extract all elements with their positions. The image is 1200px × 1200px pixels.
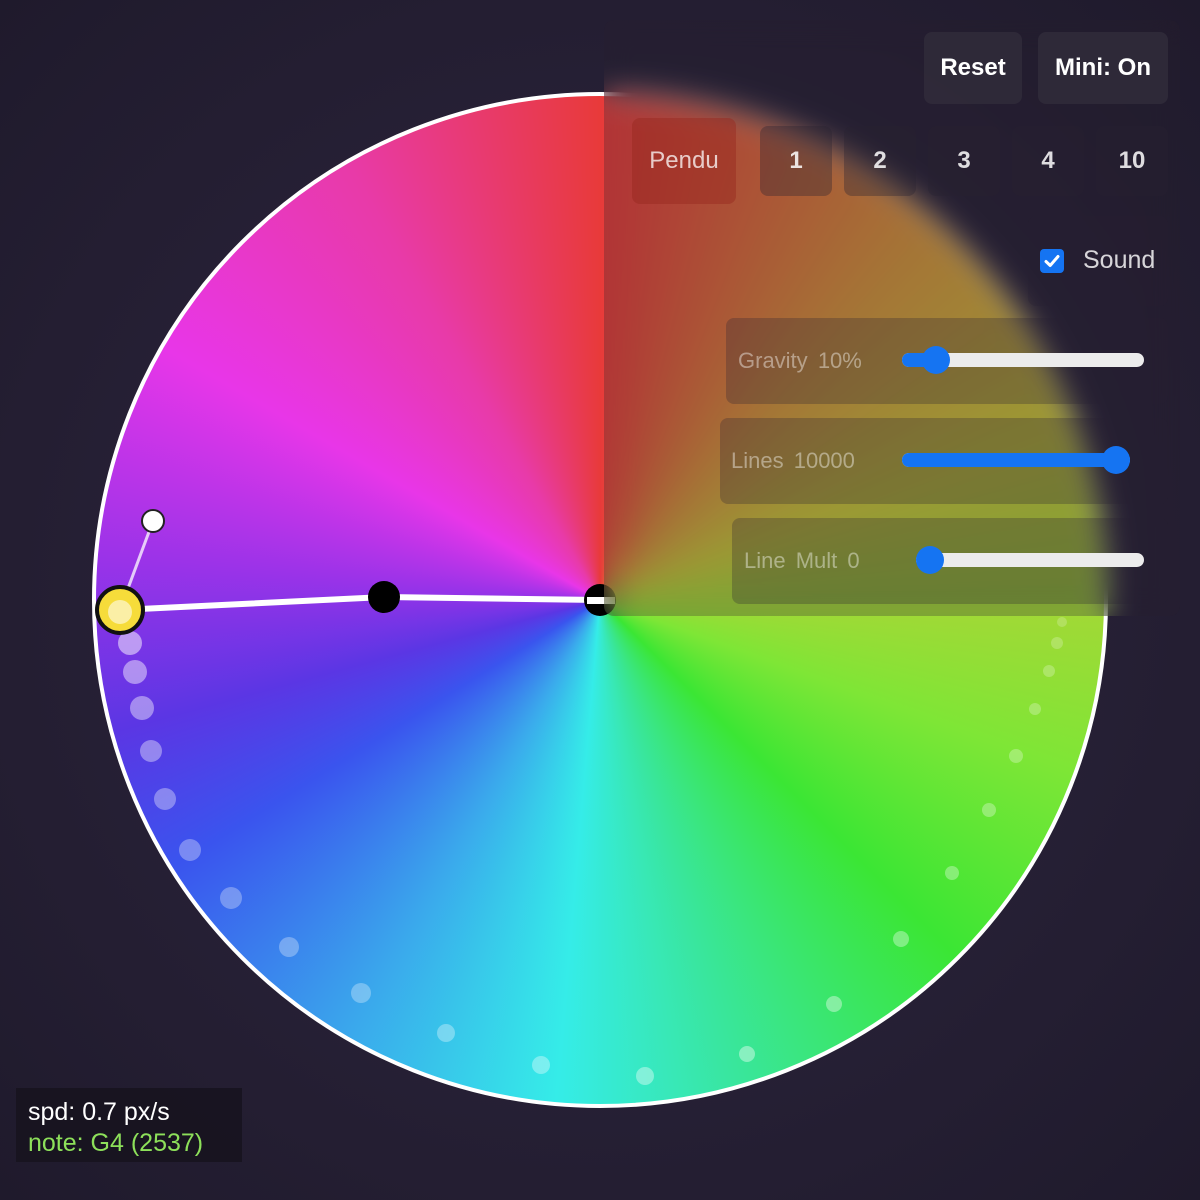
- trail-dot: [1009, 749, 1023, 763]
- bob-highlight: [108, 600, 132, 624]
- line-mult-value: 0: [847, 548, 860, 573]
- gravity-label: Gravity: [738, 348, 808, 373]
- mode-button-3[interactable]: 3: [928, 126, 1000, 196]
- mode-button-pendu[interactable]: Pendu: [632, 118, 736, 204]
- trail-dot: [1057, 617, 1067, 627]
- trail-dot: [893, 931, 909, 947]
- lines-slider-thumb[interactable]: [1102, 446, 1130, 474]
- pendulum-rod-outer: [117, 594, 387, 613]
- middle-joint: [368, 581, 400, 613]
- trail-dot: [1029, 703, 1041, 715]
- mode-button-10[interactable]: 10: [1096, 126, 1168, 196]
- gravity-slider-thumb[interactable]: [922, 346, 950, 374]
- trail-dot: [1043, 665, 1055, 677]
- pendulum-trail: [114, 605, 1067, 1085]
- trail-dot: [739, 1046, 755, 1062]
- line-mult-label: Line Mult: [744, 548, 838, 573]
- status-hud: spd: 0.7 px/s note: G4 (2537): [16, 1088, 242, 1162]
- trail-dot: [130, 696, 154, 720]
- speed-readout: spd: 0.7 px/s: [28, 1098, 170, 1126]
- trail-dot: [1051, 637, 1063, 649]
- trail-dot: [532, 1056, 550, 1074]
- trail-dot: [636, 1067, 654, 1085]
- reset-button[interactable]: Reset: [924, 32, 1022, 104]
- trail-dot: [279, 937, 299, 957]
- trail-dot: [437, 1024, 455, 1042]
- trail-dot: [351, 983, 371, 1003]
- trail-dot: [123, 660, 147, 684]
- velocity-handle[interactable]: [141, 509, 165, 533]
- mode-button-1[interactable]: 1: [760, 126, 832, 196]
- line-mult-slider-thumb[interactable]: [916, 546, 944, 574]
- lines-label: Lines: [731, 448, 784, 473]
- gravity-slider[interactable]: [902, 346, 1144, 374]
- mode-button-4[interactable]: 4: [1012, 126, 1084, 196]
- lines-slider[interactable]: [902, 446, 1130, 474]
- note-readout: note: G4 (2537): [28, 1129, 204, 1157]
- sound-label: Sound: [1083, 246, 1156, 274]
- trail-dot: [945, 866, 959, 880]
- trail-dot: [220, 887, 242, 909]
- pendulum-rod-inner: [381, 594, 603, 603]
- lines-label-group: Lines 10000: [731, 448, 855, 474]
- mini-toggle-button[interactable]: Mini: On: [1038, 32, 1168, 104]
- checkmark-icon: [1044, 255, 1060, 267]
- gravity-label-group: Gravity 10%: [738, 348, 862, 374]
- trail-dot: [154, 788, 176, 810]
- line-mult-label-group: Line Mult 0: [744, 548, 860, 574]
- gravity-value: 10%: [817, 348, 862, 373]
- trail-dot: [140, 740, 162, 762]
- trail-dot: [982, 803, 996, 817]
- mode-button-2[interactable]: 2: [844, 126, 916, 196]
- trail-dot: [179, 839, 201, 861]
- lines-slider-fill: [902, 453, 1130, 467]
- lines-value: 10000: [793, 448, 855, 473]
- trail-dot: [826, 996, 842, 1012]
- sound-checkbox[interactable]: [1040, 249, 1064, 273]
- line-mult-slider[interactable]: [916, 546, 1144, 574]
